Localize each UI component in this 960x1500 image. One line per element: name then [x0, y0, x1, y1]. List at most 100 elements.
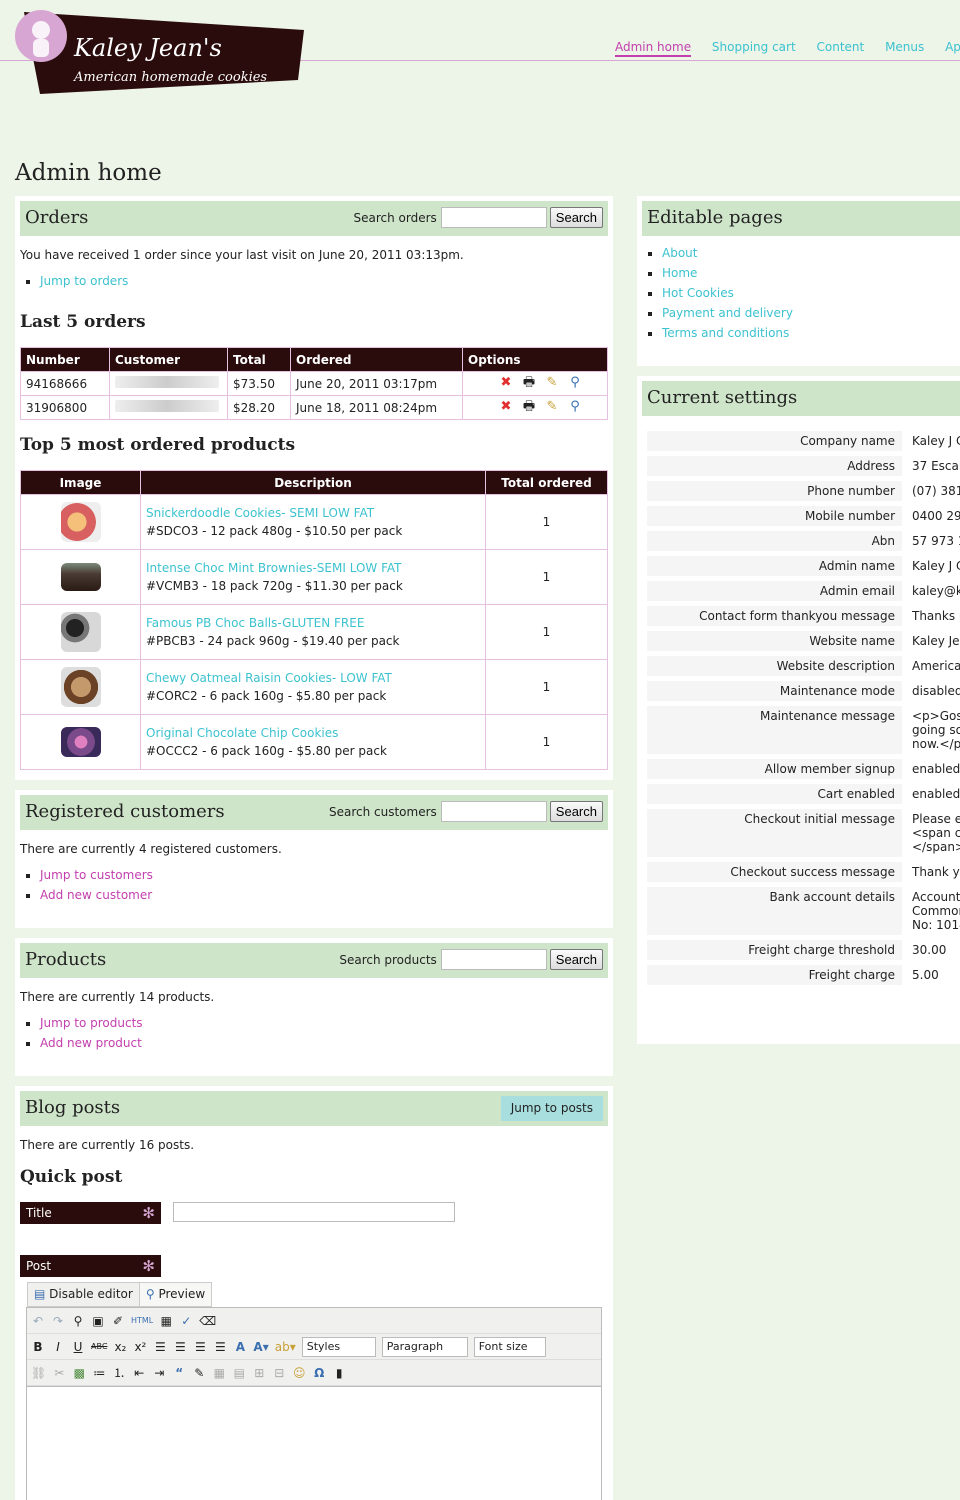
- edit-icon[interactable]: ✎: [543, 399, 561, 414]
- col-total: Total: [227, 347, 291, 372]
- styles-select[interactable]: Styles: [301, 1336, 376, 1357]
- nav-appearance[interactable]: Appear: [945, 40, 960, 54]
- jump-to-posts-button[interactable]: Jump to posts: [500, 1096, 603, 1121]
- page-link-payment-delivery[interactable]: Payment and delivery: [662, 306, 793, 320]
- last-orders-table: Number Customer Total Ordered Options 94…: [20, 347, 608, 420]
- blog-title: Blog posts: [25, 1097, 121, 1118]
- column-icon[interactable]: ⊟: [272, 1366, 286, 1380]
- blog-count-text: There are currently 16 posts.: [20, 1138, 195, 1152]
- edit-icon[interactable]: ✎: [192, 1366, 206, 1380]
- strikethrough-icon[interactable]: ABC: [91, 1342, 107, 1351]
- justify-icon[interactable]: ☰: [213, 1340, 227, 1354]
- jump-to-orders-link[interactable]: Jump to orders: [40, 274, 128, 288]
- page-link-hot-cookies[interactable]: Hot Cookies: [662, 286, 734, 300]
- product-link[interactable]: Famous PB Choc Balls-GLUTEN FREE: [146, 616, 364, 630]
- delete-icon[interactable]: ✖: [497, 375, 515, 390]
- align-left-icon[interactable]: ☰: [153, 1340, 167, 1354]
- align-center-icon[interactable]: ☰: [173, 1340, 187, 1354]
- superscript-icon[interactable]: x²: [133, 1340, 147, 1354]
- table-props-icon[interactable]: ▤: [232, 1366, 246, 1380]
- page-link-terms[interactable]: Terms and conditions: [662, 326, 789, 340]
- jump-to-products-link[interactable]: Jump to products: [40, 1016, 143, 1030]
- bullet-list-icon[interactable]: ≔: [92, 1366, 106, 1380]
- table-insert-icon[interactable]: ▦: [212, 1366, 226, 1380]
- find-icon[interactable]: ⚲: [71, 1314, 85, 1328]
- bold-icon[interactable]: B: [31, 1340, 45, 1354]
- table-icon[interactable]: ▦: [159, 1314, 173, 1328]
- post-title-input[interactable]: [173, 1202, 455, 1222]
- unlink-icon[interactable]: ✂: [52, 1366, 66, 1380]
- product-link[interactable]: Original Chocolate Chip Cookies: [146, 726, 338, 740]
- product-thumbnail[interactable]: [60, 502, 101, 542]
- delete-icon[interactable]: ✖: [497, 399, 515, 414]
- undo-icon[interactable]: ↶: [31, 1314, 45, 1328]
- nav-admin-home[interactable]: Admin home: [615, 40, 692, 57]
- required-asterisk-icon: ✻: [142, 1257, 155, 1275]
- highlight-icon[interactable]: ab▾: [275, 1340, 296, 1354]
- editor-icon: ▤: [34, 1287, 46, 1301]
- eraser-icon[interactable]: ⌫: [199, 1314, 216, 1328]
- view-icon[interactable]: ⚲: [566, 375, 584, 390]
- preview-tab[interactable]: ⚲ Preview: [139, 1282, 213, 1307]
- order-customer: [109, 371, 228, 396]
- link-icon[interactable]: ⛓: [31, 1366, 46, 1380]
- outdent-icon[interactable]: ⇤: [132, 1366, 146, 1380]
- cleanup-icon[interactable]: ✐: [111, 1314, 125, 1328]
- html-icon[interactable]: HTML: [131, 1316, 153, 1325]
- product-link[interactable]: Snickerdoodle Cookies- SEMI LOW FAT: [146, 506, 374, 520]
- nav-content[interactable]: Content: [817, 40, 865, 54]
- blockquote-icon[interactable]: “: [172, 1366, 186, 1380]
- orders-panel: Orders Search orders Search You have rece…: [15, 196, 613, 780]
- edit-icon[interactable]: ✎: [543, 375, 561, 390]
- media-icon[interactable]: ▮: [332, 1366, 346, 1380]
- editor-content-area[interactable]: [27, 1386, 601, 1500]
- add-new-product-link[interactable]: Add new product: [40, 1036, 142, 1050]
- product-link[interactable]: Chewy Oatmeal Raisin Cookies- LOW FAT: [146, 671, 392, 685]
- setting-value: Kaley J C: [912, 434, 960, 448]
- spellcheck-icon[interactable]: ✓: [179, 1314, 193, 1328]
- indent-icon[interactable]: ⇥: [152, 1366, 166, 1380]
- product-link[interactable]: Intense Choc Mint Brownies-SEMI LOW FAT: [146, 561, 402, 575]
- format-select[interactable]: Paragraph: [381, 1336, 468, 1357]
- orders-search-button[interactable]: Search: [549, 207, 603, 228]
- view-icon[interactable]: ⚲: [566, 399, 584, 414]
- table-row: Chewy Oatmeal Raisin Cookies- LOW FAT #CO…: [20, 659, 608, 715]
- page-link-about[interactable]: About: [662, 246, 697, 260]
- customers-search-button[interactable]: Search: [549, 801, 603, 822]
- print-icon[interactable]: 🖶: [520, 373, 538, 395]
- product-thumbnail[interactable]: [60, 667, 101, 707]
- smiley-icon[interactable]: ☺: [292, 1366, 306, 1380]
- product-thumbnail[interactable]: [60, 727, 101, 757]
- products-search-button[interactable]: Search: [549, 949, 603, 970]
- product-image-cell: [20, 604, 141, 660]
- omega-icon[interactable]: Ω: [312, 1366, 326, 1380]
- print-icon[interactable]: 🖶: [520, 397, 538, 419]
- subscript-icon[interactable]: x₂: [113, 1340, 127, 1354]
- fullscreen-icon[interactable]: ▣: [91, 1314, 105, 1328]
- font-color-icon[interactable]: A: [233, 1340, 247, 1354]
- product-thumbnail[interactable]: [60, 612, 101, 652]
- page-link-home[interactable]: Home: [662, 266, 697, 280]
- disable-editor-tab[interactable]: ▤ Disable editor: [27, 1282, 140, 1307]
- orders-search-input[interactable]: [440, 207, 547, 228]
- product-thumbnail[interactable]: [60, 563, 101, 591]
- align-right-icon[interactable]: ☰: [193, 1340, 207, 1354]
- site-logo[interactable]: Kaley Jean's American homemade cookies: [14, 4, 306, 94]
- setting-key: Bank account details: [647, 887, 902, 935]
- customers-search-input[interactable]: [440, 801, 547, 822]
- list-item: Jump to products: [40, 1013, 143, 1033]
- numbered-list-icon[interactable]: ⒈: [112, 1364, 126, 1381]
- nav-menus[interactable]: Menus: [885, 40, 924, 54]
- text-color-icon[interactable]: A▾: [253, 1340, 268, 1354]
- redo-icon[interactable]: ↷: [51, 1314, 65, 1328]
- add-new-customer-link[interactable]: Add new customer: [40, 888, 152, 902]
- italic-icon[interactable]: I: [51, 1340, 65, 1354]
- jump-to-customers-link[interactable]: Jump to customers: [40, 868, 153, 882]
- setting-value: Please e <span cl </span>: [912, 812, 960, 854]
- font-size-select[interactable]: Font size: [473, 1336, 546, 1357]
- image-icon[interactable]: ▩: [72, 1366, 86, 1380]
- products-search-input[interactable]: [440, 949, 547, 970]
- row-icon[interactable]: ⊞: [252, 1366, 266, 1380]
- underline-icon[interactable]: U: [71, 1340, 85, 1354]
- nav-shopping-cart[interactable]: Shopping cart: [712, 40, 796, 54]
